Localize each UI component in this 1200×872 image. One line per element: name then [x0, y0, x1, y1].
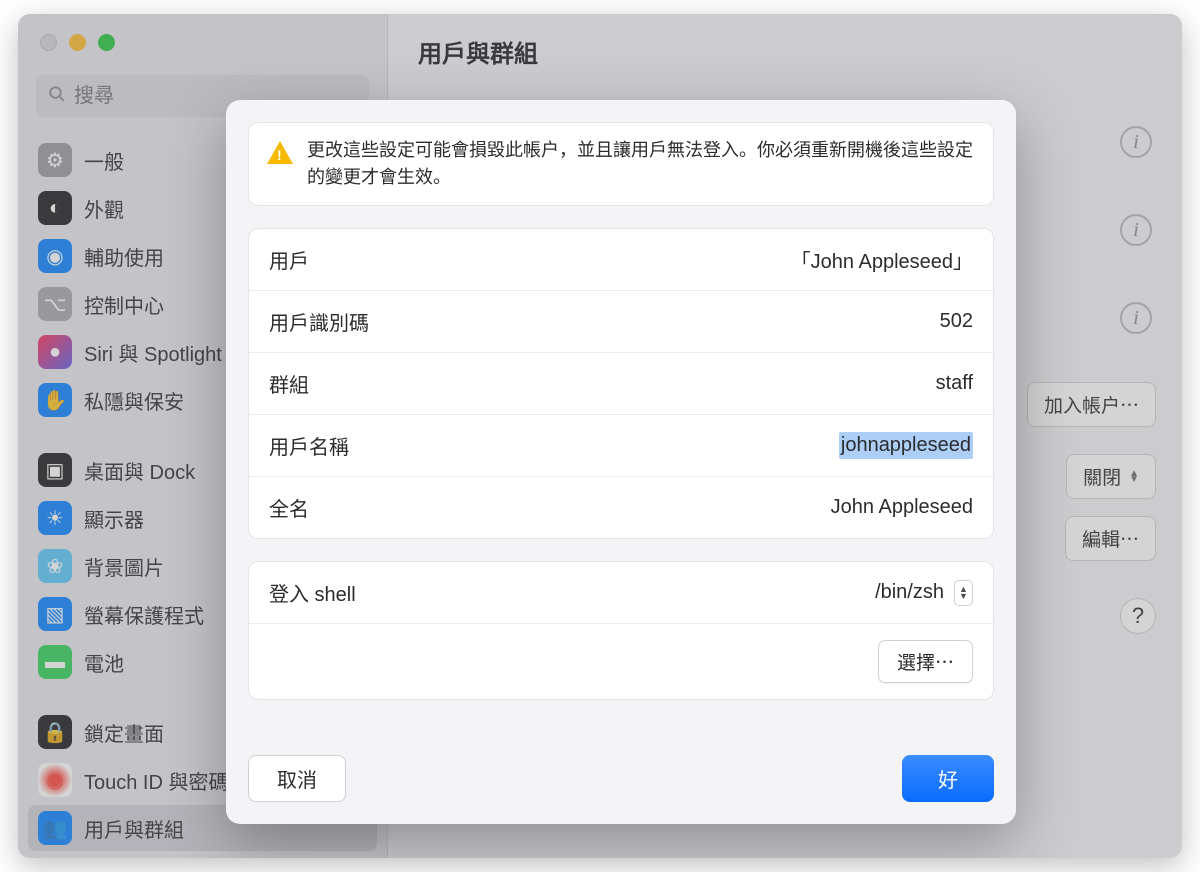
username-row: 用戶名稱 johnappleseed	[249, 415, 993, 477]
shell-row: 登入 shell /bin/zsh ▲▼	[249, 562, 993, 624]
warning-icon	[267, 139, 293, 165]
warning-box: 更改這些設定可能會損毀此帳户，並且讓用戶無法登入。你必須重新開機後這些設定的變更…	[248, 122, 994, 206]
uid-value[interactable]: 502	[940, 310, 973, 333]
shell-label: 登入 shell	[269, 578, 356, 607]
shell-value: /bin/zsh	[875, 581, 944, 604]
system-settings-window: ⚙一般◐外觀◉輔助使用⌥控制中心●Siri 與 Spotlight✋私隱與保安▣…	[18, 14, 1182, 858]
stepper-icon[interactable]: ▲▼	[954, 580, 973, 606]
fullname-label: 全名	[269, 493, 309, 522]
dialog-footer: 取消 好	[248, 747, 994, 802]
user-row: 用戶 「John Appleseed」	[249, 229, 993, 291]
group-row: 群組 staff	[249, 353, 993, 415]
choose-button[interactable]: 選擇⋯	[878, 640, 973, 683]
shell-section: 登入 shell /bin/zsh ▲▼ 選擇⋯	[248, 561, 994, 700]
advanced-user-dialog: 更改這些設定可能會損毀此帳户，並且讓用戶無法登入。你必須重新開機後這些設定的變更…	[226, 100, 1016, 824]
fullname-row: 全名 John Appleseed	[249, 477, 993, 538]
home-dir-row: 選擇⋯	[249, 624, 993, 699]
shell-combo[interactable]: /bin/zsh ▲▼	[875, 580, 973, 606]
ok-button[interactable]: 好	[902, 755, 994, 802]
group-label: 群組	[269, 369, 309, 398]
username-label: 用戶名稱	[269, 431, 349, 460]
warning-text: 更改這些設定可能會損毀此帳户，並且讓用戶無法登入。你必須重新開機後這些設定的變更…	[307, 137, 975, 191]
username-value[interactable]: johnappleseed	[839, 432, 973, 459]
uid-label: 用戶識別碼	[269, 307, 369, 336]
user-info-section: 用戶 「John Appleseed」 用戶識別碼 502 群組 staff 用…	[248, 228, 994, 539]
user-value: 「John Appleseed」	[791, 245, 973, 274]
uid-row: 用戶識別碼 502	[249, 291, 993, 353]
fullname-value[interactable]: John Appleseed	[831, 496, 973, 519]
user-label: 用戶	[269, 245, 309, 274]
group-value[interactable]: staff	[936, 372, 973, 395]
cancel-button[interactable]: 取消	[248, 755, 346, 802]
